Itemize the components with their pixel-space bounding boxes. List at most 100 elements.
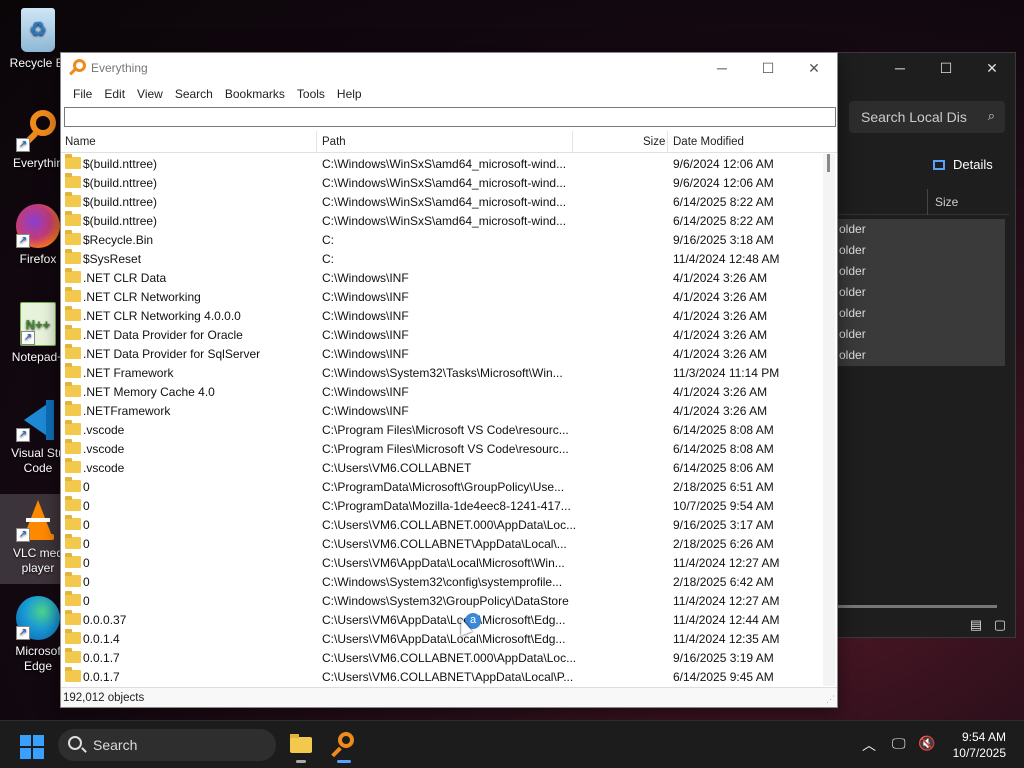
scrollbar-thumb[interactable] bbox=[827, 154, 830, 172]
vertical-scrollbar[interactable] bbox=[823, 154, 835, 686]
date-modified-cell: 2/18/2025 6:26 AM bbox=[673, 537, 774, 551]
file-path-cell: C:\Windows\INF bbox=[322, 271, 409, 285]
list-item[interactable]: older bbox=[837, 282, 1005, 303]
table-row[interactable]: $(build.nttree) C:\Windows\WinSxS\amd64_m… bbox=[61, 192, 823, 211]
folder-icon bbox=[65, 173, 81, 188]
date-modified-cell: 6/14/2025 8:06 AM bbox=[673, 461, 774, 475]
table-row[interactable]: $SysReset C: 11/4/2024 12:48 AM bbox=[61, 249, 823, 268]
search-icon bbox=[68, 736, 82, 750]
notepad-plus-plus-icon: N++ ↗ bbox=[20, 302, 56, 346]
table-row[interactable]: .vscode C:\Program Files\Microsoft VS Cod… bbox=[61, 439, 823, 458]
maximize-icon[interactable]: ☐ bbox=[745, 60, 791, 77]
taskbar-everything[interactable] bbox=[328, 729, 360, 763]
table-row[interactable]: 0 C:\ProgramData\Microsoft\GroupPolicy\Us… bbox=[61, 477, 823, 496]
table-row[interactable]: 0 C:\Users\VM6.COLLABNET.000\AppData\Loc.… bbox=[61, 515, 823, 534]
file-name-cell: $Recycle.Bin bbox=[83, 233, 154, 247]
explorer-search-box[interactable]: Search Local Dis ⌕ bbox=[849, 101, 1005, 133]
table-row[interactable]: .vscode C:\Users\VM6.COLLABNET 6/14/2025 8… bbox=[61, 458, 823, 477]
table-row[interactable]: .NET Memory Cache 4.0 C:\Windows\INF 4/1/2… bbox=[61, 382, 823, 401]
tiles-view-icon[interactable]: ▢ bbox=[989, 615, 1011, 637]
menu-tools[interactable]: Tools bbox=[291, 83, 331, 105]
column-separator[interactable] bbox=[667, 131, 668, 153]
table-row[interactable]: .NET CLR Networking C:\Windows\INF 4/1/202… bbox=[61, 287, 823, 306]
menu-edit[interactable]: Edit bbox=[98, 83, 131, 105]
search-icon: ⌕ bbox=[987, 108, 995, 123]
size-column-header[interactable]: Size bbox=[935, 195, 958, 209]
list-item[interactable]: older bbox=[837, 303, 1005, 324]
menu-help[interactable]: Help bbox=[331, 83, 368, 105]
date-modified-cell: 11/4/2024 12:48 AM bbox=[673, 252, 780, 266]
date-modified-cell: 10/7/2025 9:54 AM bbox=[673, 499, 774, 513]
table-row[interactable]: 0.0.0.37 C:\Users\VM6\AppData\Local\Micro… bbox=[61, 610, 823, 629]
date-modified-cell: 9/6/2024 12:06 AM bbox=[673, 176, 774, 190]
chevron-up-icon[interactable]: ︿ bbox=[862, 735, 876, 755]
shortcut-arrow-icon: ↗ bbox=[21, 331, 35, 345]
start-button[interactable] bbox=[20, 735, 44, 759]
everything-window[interactable]: Everything ─ ☐ ✕ File Edit View Search B… bbox=[60, 52, 838, 708]
menu-bookmarks[interactable]: Bookmarks bbox=[219, 83, 291, 105]
file-path-cell: C:\Windows\WinSxS\amd64_microsoft-wind..… bbox=[322, 157, 567, 171]
table-row[interactable]: $(build.nttree) C:\Windows\WinSxS\amd64_m… bbox=[61, 154, 823, 173]
table-row[interactable]: $(build.nttree) C:\Windows\WinSxS\amd64_m… bbox=[61, 173, 823, 192]
file-path-cell: C:\Windows\INF bbox=[322, 309, 409, 323]
table-row[interactable]: .NET CLR Networking 4.0.0.0 C:\Windows\IN… bbox=[61, 306, 823, 325]
taskbar-search[interactable]: Search bbox=[58, 729, 276, 761]
shortcut-arrow-icon: ↗ bbox=[16, 138, 30, 152]
list-item[interactable]: older bbox=[837, 261, 1005, 282]
taskbar-file-explorer[interactable] bbox=[285, 729, 317, 763]
table-row[interactable]: 0 C:\Windows\System32\config\systemprofil… bbox=[61, 572, 823, 591]
column-separator[interactable] bbox=[316, 131, 317, 153]
table-row[interactable]: .NET Framework C:\Windows\System32\Tasks\… bbox=[61, 363, 823, 382]
maximize-icon[interactable]: ☐ bbox=[923, 60, 969, 77]
file-explorer-window[interactable]: ─ ☐ ✕ Search Local Dis ⌕ Details Size ol… bbox=[836, 52, 1016, 638]
table-row[interactable]: 0 C:\Users\VM6\AppData\Local\Microsoft\Wi… bbox=[61, 553, 823, 572]
table-row[interactable]: $Recycle.Bin C: 9/16/2025 3:18 AM bbox=[61, 230, 823, 249]
table-row[interactable]: 0.0.1.4 C:\Users\VM6\AppData\Local\Micros… bbox=[61, 629, 823, 648]
menu-search[interactable]: Search bbox=[169, 83, 219, 105]
list-item[interactable]: older bbox=[837, 219, 1005, 240]
file-path-cell: C:\ProgramData\Mozilla-1de4eec8-1241-417… bbox=[322, 499, 571, 513]
name-column-header[interactable]: Name bbox=[65, 136, 96, 148]
horizontal-scrollbar[interactable] bbox=[837, 605, 997, 608]
details-pane-button[interactable]: Details bbox=[933, 157, 993, 172]
file-path-cell: C:\Users\VM6.COLLABNET bbox=[322, 461, 472, 475]
shortcut-arrow-icon: ↗ bbox=[16, 234, 30, 248]
close-icon[interactable]: ✕ bbox=[791, 60, 837, 77]
table-row[interactable]: 0 C:\ProgramData\Mozilla-1de4eec8-1241-41… bbox=[61, 496, 823, 515]
details-view-icon[interactable]: ▤ bbox=[965, 615, 987, 637]
table-row[interactable]: 0 C:\Users\VM6.COLLABNET\AppData\Local\..… bbox=[61, 534, 823, 553]
path-column-header[interactable]: Path bbox=[322, 136, 346, 148]
table-row[interactable]: 0 C:\Windows\System32\GroupPolicy\DataSto… bbox=[61, 591, 823, 610]
column-separator[interactable] bbox=[572, 131, 573, 153]
date-modified-column-header[interactable]: Date Modified bbox=[673, 136, 744, 148]
column-separator[interactable] bbox=[927, 189, 928, 215]
table-row[interactable]: 0.0.1.7 C:\Users\VM6.COLLABNET\AppData\Lo… bbox=[61, 667, 823, 686]
table-row[interactable]: 0.0.1.7 C:\Users\VM6.COLLABNET.000\AppDat… bbox=[61, 648, 823, 667]
close-icon[interactable]: ✕ bbox=[969, 60, 1015, 77]
table-row[interactable]: $(build.nttree) C:\Windows\WinSxS\amd64_m… bbox=[61, 211, 823, 230]
search-input[interactable] bbox=[65, 108, 835, 126]
list-item[interactable]: older bbox=[837, 345, 1005, 366]
system-clock[interactable]: 9:54 AM 10/7/2025 bbox=[953, 729, 1006, 761]
table-row[interactable]: .NETFramework C:\Windows\INF 4/1/2024 3:26… bbox=[61, 401, 823, 420]
list-item[interactable]: older bbox=[837, 240, 1005, 261]
table-row[interactable]: .vscode C:\Program Files\Microsoft VS Cod… bbox=[61, 420, 823, 439]
search-box[interactable] bbox=[64, 107, 836, 127]
minimize-icon[interactable]: ─ bbox=[877, 60, 923, 76]
volume-muted-icon[interactable]: 🔇 bbox=[918, 735, 935, 752]
table-row[interactable]: .NET CLR Data C:\Windows\INF 4/1/2024 3:26… bbox=[61, 268, 823, 287]
folder-icon bbox=[65, 230, 81, 245]
file-path-cell: C:\Users\VM6.COLLABNET.000\AppData\Loc..… bbox=[322, 651, 577, 665]
folder-icon bbox=[65, 211, 81, 226]
table-row[interactable]: .NET Data Provider for SqlServer C:\Windo… bbox=[61, 344, 823, 363]
network-icon[interactable]: 🖵 bbox=[892, 735, 906, 752]
results-list[interactable]: $(build.nttree) C:\Windows\WinSxS\amd64_m… bbox=[61, 154, 823, 686]
size-column-header[interactable]: Size bbox=[643, 136, 665, 148]
list-item[interactable]: older bbox=[837, 324, 1005, 345]
resize-grip-icon[interactable]: ⋰ bbox=[826, 694, 835, 705]
menu-file[interactable]: File bbox=[67, 83, 98, 105]
minimize-icon[interactable]: ─ bbox=[699, 60, 745, 77]
file-path-cell: C:\Windows\WinSxS\amd64_microsoft-wind..… bbox=[322, 214, 567, 228]
table-row[interactable]: .NET Data Provider for Oracle C:\Windows\… bbox=[61, 325, 823, 344]
menu-view[interactable]: View bbox=[131, 83, 169, 105]
